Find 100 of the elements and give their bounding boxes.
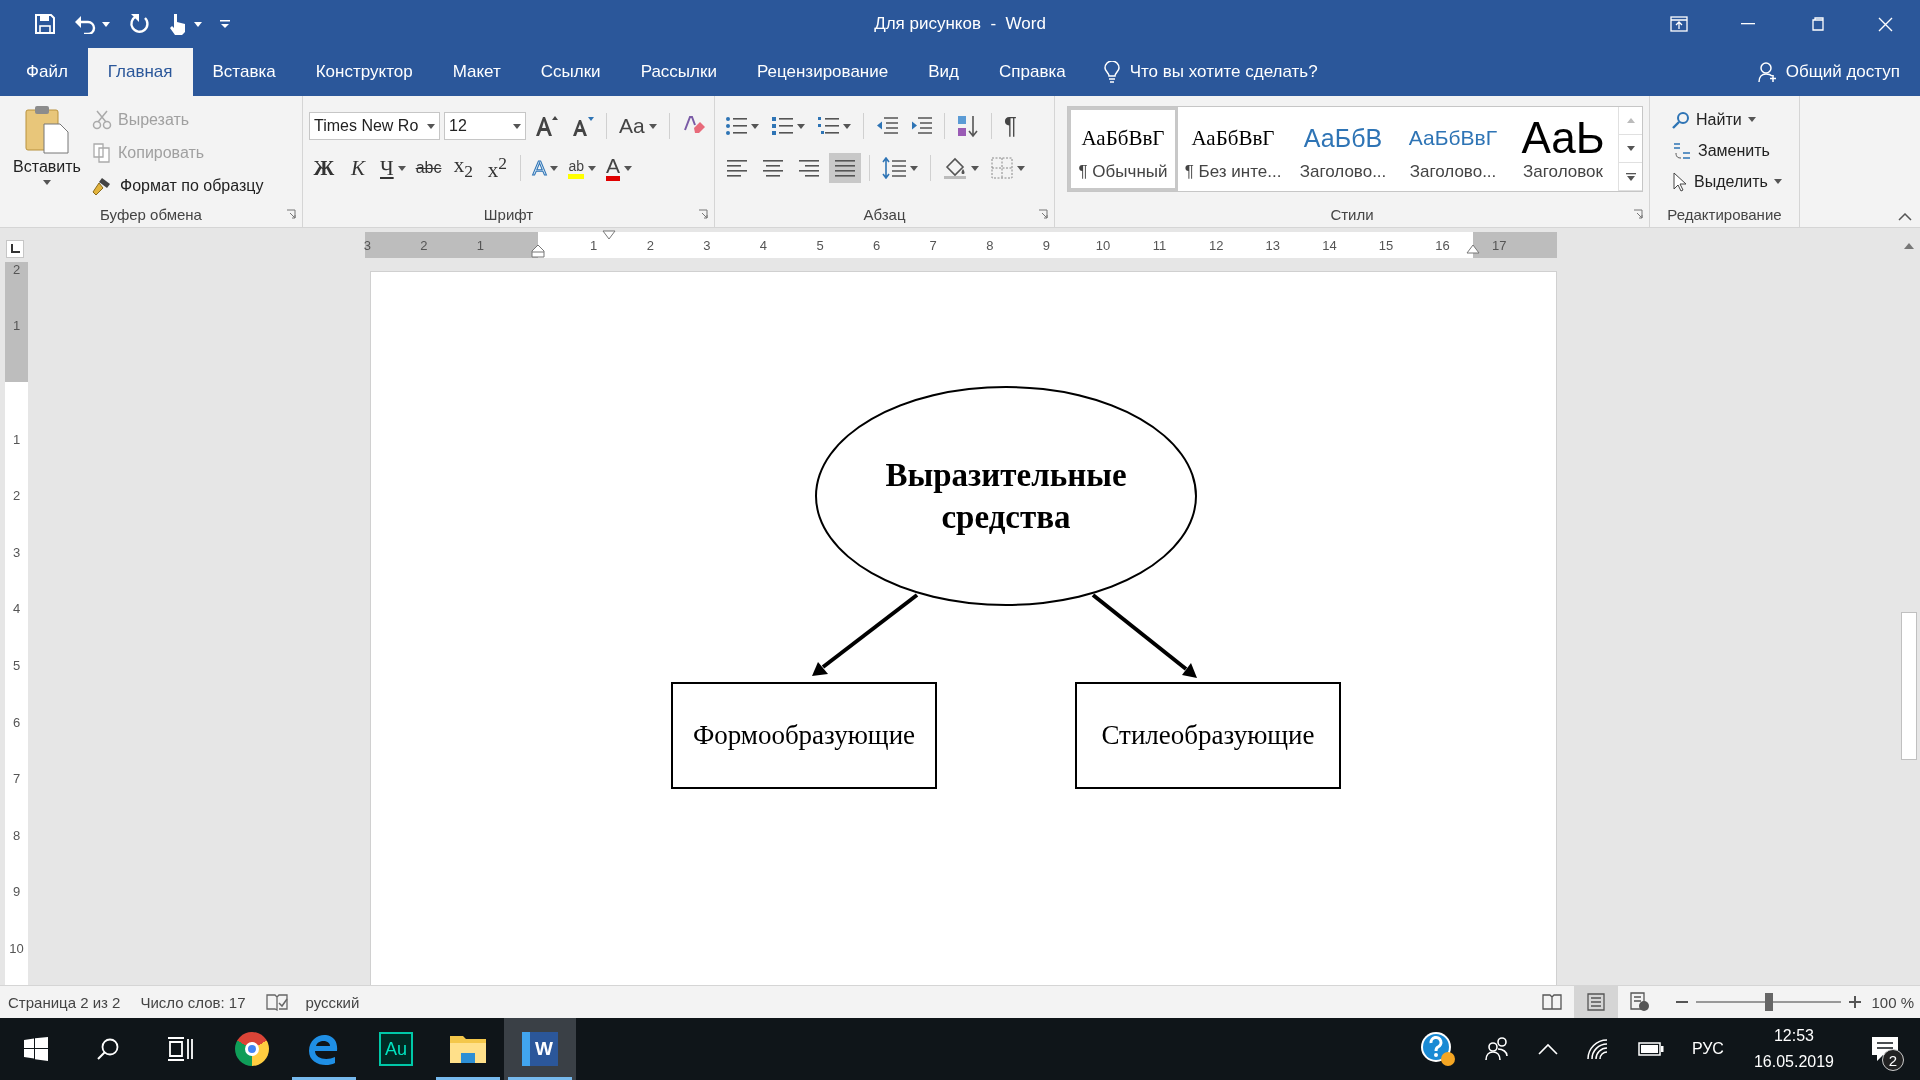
ruler-number: 15 (1378, 237, 1394, 253)
plus-icon (1849, 996, 1862, 1008)
tab-stop-selector[interactable] (6, 240, 24, 258)
change-case-button[interactable]: Aa (615, 111, 661, 141)
person-plus-icon (1757, 62, 1778, 82)
dialog-launcher-icon[interactable] (698, 209, 708, 219)
ruler-number: 12 (1208, 237, 1224, 253)
caret-icon (624, 165, 633, 171)
align-center-icon (762, 158, 784, 178)
ruler-number: 3 (703, 237, 711, 253)
ruler-number: 13 (1265, 237, 1281, 253)
word-taskbar-button[interactable]: W (504, 1018, 576, 1080)
multilevel-list-icon (817, 116, 839, 136)
show-formatting-marks-button[interactable]: ¶ (1000, 111, 1021, 141)
wifi-icon (1585, 1038, 1610, 1060)
ruler-number: 9 (12, 884, 21, 900)
bold-button[interactable]: Ж (309, 153, 339, 183)
audio-app-icon: Au (379, 1032, 413, 1066)
ruler-number: 2 (420, 237, 428, 253)
print-layout-button[interactable] (1574, 986, 1619, 1018)
clipboard-format-painter-button[interactable]: Формат по образцу (88, 170, 268, 201)
ruler-number: 9 (1042, 237, 1051, 253)
ribbon-tab[interactable]: Вид (908, 48, 979, 96)
ribbon-tab[interactable]: Конструктор (295, 48, 433, 96)
ruler-number: 4 (12, 601, 21, 617)
select-button[interactable]: Выделить (1668, 166, 1786, 197)
ribbon-tab[interactable]: Рецензирование (736, 48, 909, 96)
task-view-icon (167, 1037, 193, 1061)
strikethrough-button[interactable]: abc (412, 153, 445, 183)
italic-button[interactable]: К (343, 153, 373, 183)
clock-button[interactable]: 12:53 16.05.2019 (1737, 1018, 1850, 1080)
style-gallery-item[interactable]: АаБбВвГ ¶ Обычный (1068, 107, 1178, 191)
action-center-button[interactable]: 2 (1850, 1018, 1920, 1080)
page-layout-icon (1587, 993, 1606, 1011)
zoom-in-button[interactable] (1849, 996, 1862, 1008)
superscript-button[interactable]: x$^{2}$ (482, 153, 513, 183)
ribbon-tab[interactable]: Ссылки (520, 48, 621, 96)
hanging-indent-marker[interactable] (531, 244, 545, 258)
first-line-indent-marker[interactable] (602, 230, 616, 240)
caret-icon (588, 165, 597, 171)
decrease-indent-icon (876, 116, 898, 136)
ruler-number: 10 (9, 940, 24, 956)
replace-button[interactable]: Заменить (1668, 135, 1786, 166)
ribbon-tab[interactable]: Вставка (192, 48, 296, 96)
chevron-up-icon (1898, 213, 1912, 221)
bullet-list-icon (725, 116, 747, 136)
justify-button[interactable] (829, 153, 861, 183)
proofing-book-icon[interactable] (265, 993, 288, 1011)
minus-icon (1676, 1001, 1689, 1003)
style-gallery-item[interactable]: АаБбВвГ Заголово... (1398, 107, 1508, 191)
ribbon-tab[interactable]: Главная (87, 48, 193, 96)
scissors-icon (92, 109, 112, 130)
caret-icon (971, 165, 979, 171)
paste-button[interactable]: Вставить (6, 102, 88, 201)
ruler-number: 2 (646, 237, 654, 253)
share-button[interactable]: Общий доступ (1757, 48, 1900, 96)
font-name-field[interactable]: Times New Ro (309, 112, 440, 140)
dialog-launcher-icon[interactable] (1038, 209, 1048, 219)
ruler-number: 10 (1095, 237, 1111, 253)
page-count: Страница 2 из 2 (8, 993, 121, 1011)
caret-icon (43, 180, 51, 185)
language-status: русский (305, 993, 360, 1011)
battery-icon (1637, 1042, 1664, 1056)
subscript-button[interactable]: x$_{2}$ (448, 153, 479, 183)
find-button[interactable]: Найти (1668, 104, 1786, 135)
ribbon-tab[interactable]: Рассылки (620, 48, 737, 96)
group-label: Стили (1330, 205, 1374, 223)
style-gallery-item[interactable]: АаБбВвГ ¶ Без инте... (1178, 107, 1288, 191)
dialog-launcher-icon[interactable] (286, 209, 296, 219)
help-icon (1419, 1031, 1456, 1067)
input-language-button[interactable]: РУС (1677, 1018, 1738, 1080)
style-gallery-item[interactable]: АаБбВ Заголово... (1288, 107, 1398, 191)
pointing-hand-icon (168, 12, 188, 36)
circular-arrow-icon (128, 13, 150, 35)
people-icon (1483, 1037, 1510, 1061)
right-indent-marker[interactable] (1466, 244, 1480, 254)
scrollbar-thumb[interactable] (1901, 612, 1917, 760)
ruler-number: 7 (12, 771, 21, 787)
ruler-number: 2 (12, 261, 21, 277)
undo-arrow-icon (74, 14, 96, 34)
collapse-ribbon-button[interactable] (1898, 213, 1912, 221)
font-color-button[interactable]: A (603, 153, 636, 183)
ruler-number: 1 (12, 431, 21, 447)
numbered-list-icon (771, 116, 793, 136)
ribbon-tab[interactable]: Справка (979, 48, 1086, 96)
audio-editor-taskbar-button[interactable]: Au (360, 1018, 432, 1080)
dialog-launcher-icon[interactable] (1633, 209, 1643, 219)
ribbon-tab[interactable]: Макет (432, 48, 521, 96)
ruler-number: 1 (476, 237, 485, 253)
group-label: Шрифт (483, 205, 534, 223)
tell-me-search[interactable]: Что вы хотите сделать? (1103, 48, 1318, 96)
caret-icon (843, 123, 851, 129)
font-size-field[interactable]: 12 (444, 112, 526, 140)
minimize-icon (1740, 23, 1755, 25)
style-gallery-item[interactable]: АаЬ Заголовок (1508, 107, 1618, 191)
increase-indent-icon (910, 116, 932, 136)
caret-icon (194, 21, 202, 27)
ribbon-tab[interactable]: Файл (6, 48, 88, 96)
highlight-color-button[interactable]: ab (565, 153, 600, 183)
underline-button[interactable]: Ч (377, 153, 409, 183)
